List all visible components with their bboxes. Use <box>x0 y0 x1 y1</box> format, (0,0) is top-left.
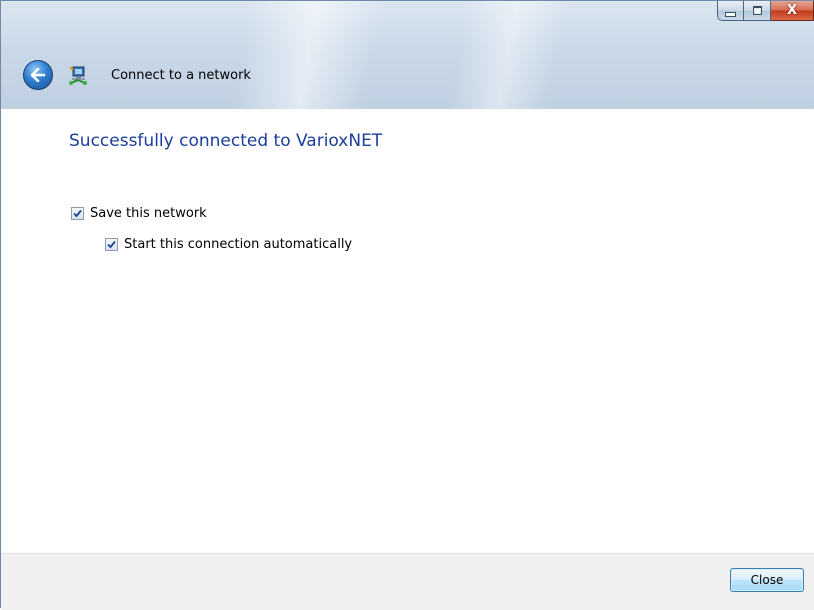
maximize-icon <box>752 6 762 15</box>
content-area: Successfully connected to VarioxNET Save… <box>1 109 814 553</box>
page-heading: Successfully connected to VarioxNET <box>69 131 383 151</box>
auto-start-option[interactable]: Start this connection automatically <box>105 237 352 252</box>
checkmark-icon <box>107 240 116 249</box>
footer-bar: Close <box>1 553 814 610</box>
maximize-button[interactable] <box>744 1 771 21</box>
wizard-window: X Connect to a network Successfully conn… <box>0 0 814 610</box>
save-network-option[interactable]: Save this network <box>71 206 207 221</box>
network-computer-icon <box>69 66 87 85</box>
minimize-icon <box>725 12 736 17</box>
auto-start-checkbox[interactable] <box>105 238 118 251</box>
save-network-label: Save this network <box>90 206 207 221</box>
title-bar: X Connect to a network <box>1 1 814 110</box>
wizard-title: Connect to a network <box>111 67 251 83</box>
close-button[interactable]: Close <box>730 568 804 592</box>
close-icon: X <box>786 3 798 18</box>
caption-buttons: X <box>717 1 814 23</box>
back-arrow-icon <box>30 68 46 82</box>
save-network-checkbox[interactable] <box>71 207 84 220</box>
navigation-row: Connect to a network <box>1 57 814 93</box>
auto-start-label: Start this connection automatically <box>124 237 353 252</box>
checkmark-icon <box>73 209 82 218</box>
close-window-button[interactable]: X <box>771 1 814 21</box>
back-button[interactable] <box>23 60 53 90</box>
minimize-button[interactable] <box>717 1 744 21</box>
